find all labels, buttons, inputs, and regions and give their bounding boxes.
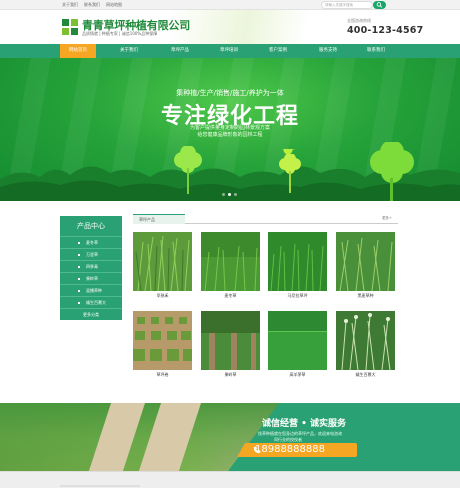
top-link-sitemap[interactable]: 网站地图 (106, 2, 122, 8)
golf-green-image (201, 311, 260, 370)
product-card[interactable]: 果岭草 (201, 311, 260, 381)
clover-right-icon (370, 142, 414, 201)
sidebar-item-aisheng[interactable]: 矮生百慕大 (60, 296, 122, 308)
promo-subtext-2: 同行业的佼佼者 (274, 437, 302, 442)
product-card[interactable]: 早熟禾 (133, 232, 192, 302)
footer-line (60, 485, 140, 487)
nav-home[interactable]: 网站首页 (60, 44, 96, 58)
product-name[interactable]: 高羊茅草 (268, 372, 327, 378)
product-name[interactable]: 马尼拉草坪 (268, 293, 327, 299)
main-nav: 网站首页 关于我们 草坪产品 草坪培训 客户案例 服务支持 联系我们 (0, 44, 460, 58)
banner-desc-2: 给您健康品牌形象的园林工程 (197, 132, 263, 138)
tab-lawn-products[interactable]: 草坪产品 (133, 214, 185, 224)
header-decoration (170, 10, 340, 44)
slider-dot-2[interactable] (228, 193, 231, 196)
sidebar-more-link[interactable]: 更多分类 (60, 308, 122, 320)
products-more-link[interactable]: 更多+ (382, 216, 392, 221)
lawn-image (201, 232, 260, 291)
nav-cases[interactable]: 客户案例 (260, 44, 296, 58)
product-name[interactable]: 草坪卷 (133, 372, 192, 378)
promo-banner (0, 403, 460, 471)
product-name[interactable]: 黑麦草种 (336, 293, 395, 299)
sidebar-title: 产品中心 (60, 216, 122, 236)
product-card[interactable]: 高羊茅草 (268, 311, 327, 381)
slider-dot-3[interactable] (234, 193, 237, 196)
sidebar-item-wanli[interactable]: 万里草 (60, 248, 122, 260)
product-sidebar: 产品中心 麦冬草 万里草 四季青 果岭草 混播草种 矮生百慕大 更多分类 (60, 216, 122, 320)
grass-clump-image (133, 232, 192, 291)
tall-fescue-image (268, 311, 327, 370)
promo-phone-number[interactable]: 18988888888 (255, 444, 325, 456)
sidebar-item-hunbo[interactable]: 混播草种 (60, 284, 122, 296)
top-link-contact[interactable]: 联系我们 (84, 2, 100, 8)
banner-desc-1: 为客户提供量身定制的园林景观方案 (189, 125, 270, 131)
product-name[interactable]: 果岭草 (201, 372, 260, 378)
hero-banner[interactable]: 集种植/生产/销售/施工/养护为一体 专注绿化工程 为客户提供量身定制的园林景观… (0, 58, 460, 201)
nav-about[interactable]: 关于我们 (111, 44, 147, 58)
sidebar-item-siji[interactable]: 四季青 (60, 260, 122, 272)
nav-service[interactable]: 服务支持 (310, 44, 346, 58)
clover-left-icon (174, 146, 202, 194)
search-icon (376, 2, 383, 8)
product-card[interactable]: 草坪卷 (133, 311, 192, 381)
nav-training[interactable]: 草坪培训 (211, 44, 247, 58)
search-input[interactable]: 请输入关键字搜索 (321, 1, 373, 9)
ornamental-grass-image (336, 311, 395, 370)
ryegrass-image (336, 232, 395, 291)
slider-dots (222, 193, 237, 196)
products-header: 草坪产品 更多+ (133, 214, 398, 224)
nav-contact[interactable]: 联系我们 (358, 44, 394, 58)
search-button[interactable] (373, 1, 386, 9)
top-link-about[interactable]: 关于我们 (62, 2, 78, 8)
turf-image (268, 232, 327, 291)
top-bar: 关于我们 联系我们 网站地图 请输入关键字搜索 (0, 0, 460, 10)
product-card[interactable]: 黑麦草种 (336, 232, 395, 302)
product-card[interactable]: 马尼拉草坪 (268, 232, 327, 302)
product-card[interactable]: 麦冬草 (201, 232, 260, 302)
product-name[interactable]: 麦冬草 (201, 293, 260, 299)
logo-icon[interactable] (62, 19, 78, 35)
clover-middle-icon (279, 154, 301, 193)
slider-dot-1[interactable] (222, 193, 225, 196)
banner-subtitle: 集种植/生产/销售/施工/养护为一体 (176, 89, 284, 97)
product-name[interactable]: 矮生百慕大 (336, 372, 395, 378)
company-tagline: 品质铸就 | 种植专家 | 诚信100%品种保障 (82, 31, 158, 36)
hotline-number: 400-123-4567 (347, 25, 424, 36)
sidebar-item-guoling[interactable]: 果岭草 (60, 272, 122, 284)
promo-slogan: 诚信经营 • 诚实服务 (262, 419, 347, 429)
nav-products[interactable]: 草坪产品 (162, 44, 198, 58)
product-name[interactable]: 早熟禾 (133, 293, 192, 299)
hotline-label: 全国咨询热线 (347, 18, 371, 23)
turf-rolls-image (133, 311, 192, 370)
product-card[interactable]: 矮生百慕大 (336, 311, 395, 381)
sidebar-item-maidong[interactable]: 麦冬草 (60, 236, 122, 248)
